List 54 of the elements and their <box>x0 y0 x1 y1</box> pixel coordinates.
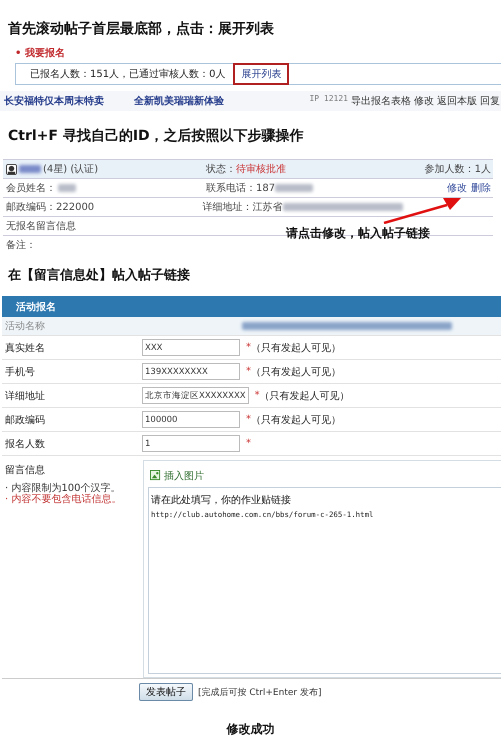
expand-list-link[interactable]: 展开列表 <box>233 63 290 85</box>
field-label: 留言信息 <box>5 464 46 477</box>
action-link[interactable]: 导出报名表格 <box>351 94 411 108</box>
row-action-link[interactable]: 修改 <box>447 181 467 195</box>
input-field[interactable]: 139XXXXXXXX <box>142 363 240 380</box>
visibility-note: （只有发起人可见） <box>251 366 341 378</box>
status-text: 待审核批准 <box>236 162 286 176</box>
input-field[interactable]: 100000 <box>142 411 240 428</box>
field-label: 真实姓名 <box>4 342 46 354</box>
visibility-note: （只有发起人可见） <box>251 414 341 426</box>
field-label: 报名人数 <box>4 438 46 450</box>
activity-label: 活动名称 <box>4 320 46 333</box>
input-field[interactable]: 1 <box>142 435 240 452</box>
action-link[interactable]: 返回本版 <box>437 94 477 108</box>
rank-text: (4星) (认证) <box>43 163 98 176</box>
postcode-text: 邮政编码：222000 <box>5 200 96 214</box>
member-name-label: 会员姓名： <box>6 182 56 195</box>
required-mark: * <box>246 438 251 449</box>
required-mark: * <box>246 342 251 353</box>
input-field[interactable]: 北京市海淀区XXXXXXXX <box>142 387 249 404</box>
result-caption: 修改成功 <box>225 721 276 738</box>
row-action-link[interactable]: 删除 <box>471 181 491 195</box>
remark-label: 备注： <box>5 238 37 252</box>
promo-link[interactable]: 全新凯美瑞瑞新体验 <box>134 94 224 108</box>
step-heading: 在【留言信息处】帖入帖子链接 <box>6 266 191 284</box>
hint-text: · 内容不要包含电话信息。 <box>5 494 122 505</box>
visibility-note: （只有发起人可见） <box>260 390 350 402</box>
required-mark: * <box>246 366 251 377</box>
promo-link[interactable]: 长安福特仅本周末特卖 <box>4 94 104 108</box>
submit-button[interactable]: 发表帖子 <box>139 683 193 701</box>
address-text: 详细地址：江苏省 <box>202 200 283 214</box>
required-mark: * <box>246 414 251 425</box>
annotation-text: 请点击修改，帖入帖子链接 <box>286 225 430 242</box>
phone-text: 联系电话：187 <box>206 182 276 195</box>
field-label: 手机号 <box>4 366 36 378</box>
insert-image-button[interactable]: 插入图片 <box>148 468 204 482</box>
shortcut-hint: [完成后可按 Ctrl+Enter 发布] <box>198 686 322 698</box>
field-label: 邮政编码 <box>4 414 46 426</box>
field-label: 详细地址 <box>4 390 46 402</box>
form-title-bar: 活动报名 <box>2 296 501 317</box>
signup-summary: 已报名人数：151人，已通过审核人数：0人 <box>30 68 226 81</box>
status-label: 状态： <box>206 162 236 176</box>
action-link[interactable]: 回复 <box>480 94 500 108</box>
signup-title: • 我要报名 <box>15 46 66 60</box>
action-link[interactable]: 修改 <box>414 94 434 108</box>
visibility-note: （只有发起人可见） <box>251 342 341 354</box>
message-text: 无报名留言信息 <box>5 220 77 233</box>
required-mark: * <box>254 390 260 401</box>
input-field[interactable]: XXX <box>142 339 240 356</box>
step-heading: Ctrl+F 寻找自己的ID，之后按照以下步骤操作 <box>7 127 305 145</box>
step-heading: 首先滚动帖子首层最底部，点击：展开列表 <box>7 20 275 38</box>
participant-count: 参加人数：1人 <box>424 162 492 176</box>
ip-text: IP 12121 <box>309 94 348 105</box>
hint-text: · 内容限制为100个汉字。 <box>5 483 122 494</box>
